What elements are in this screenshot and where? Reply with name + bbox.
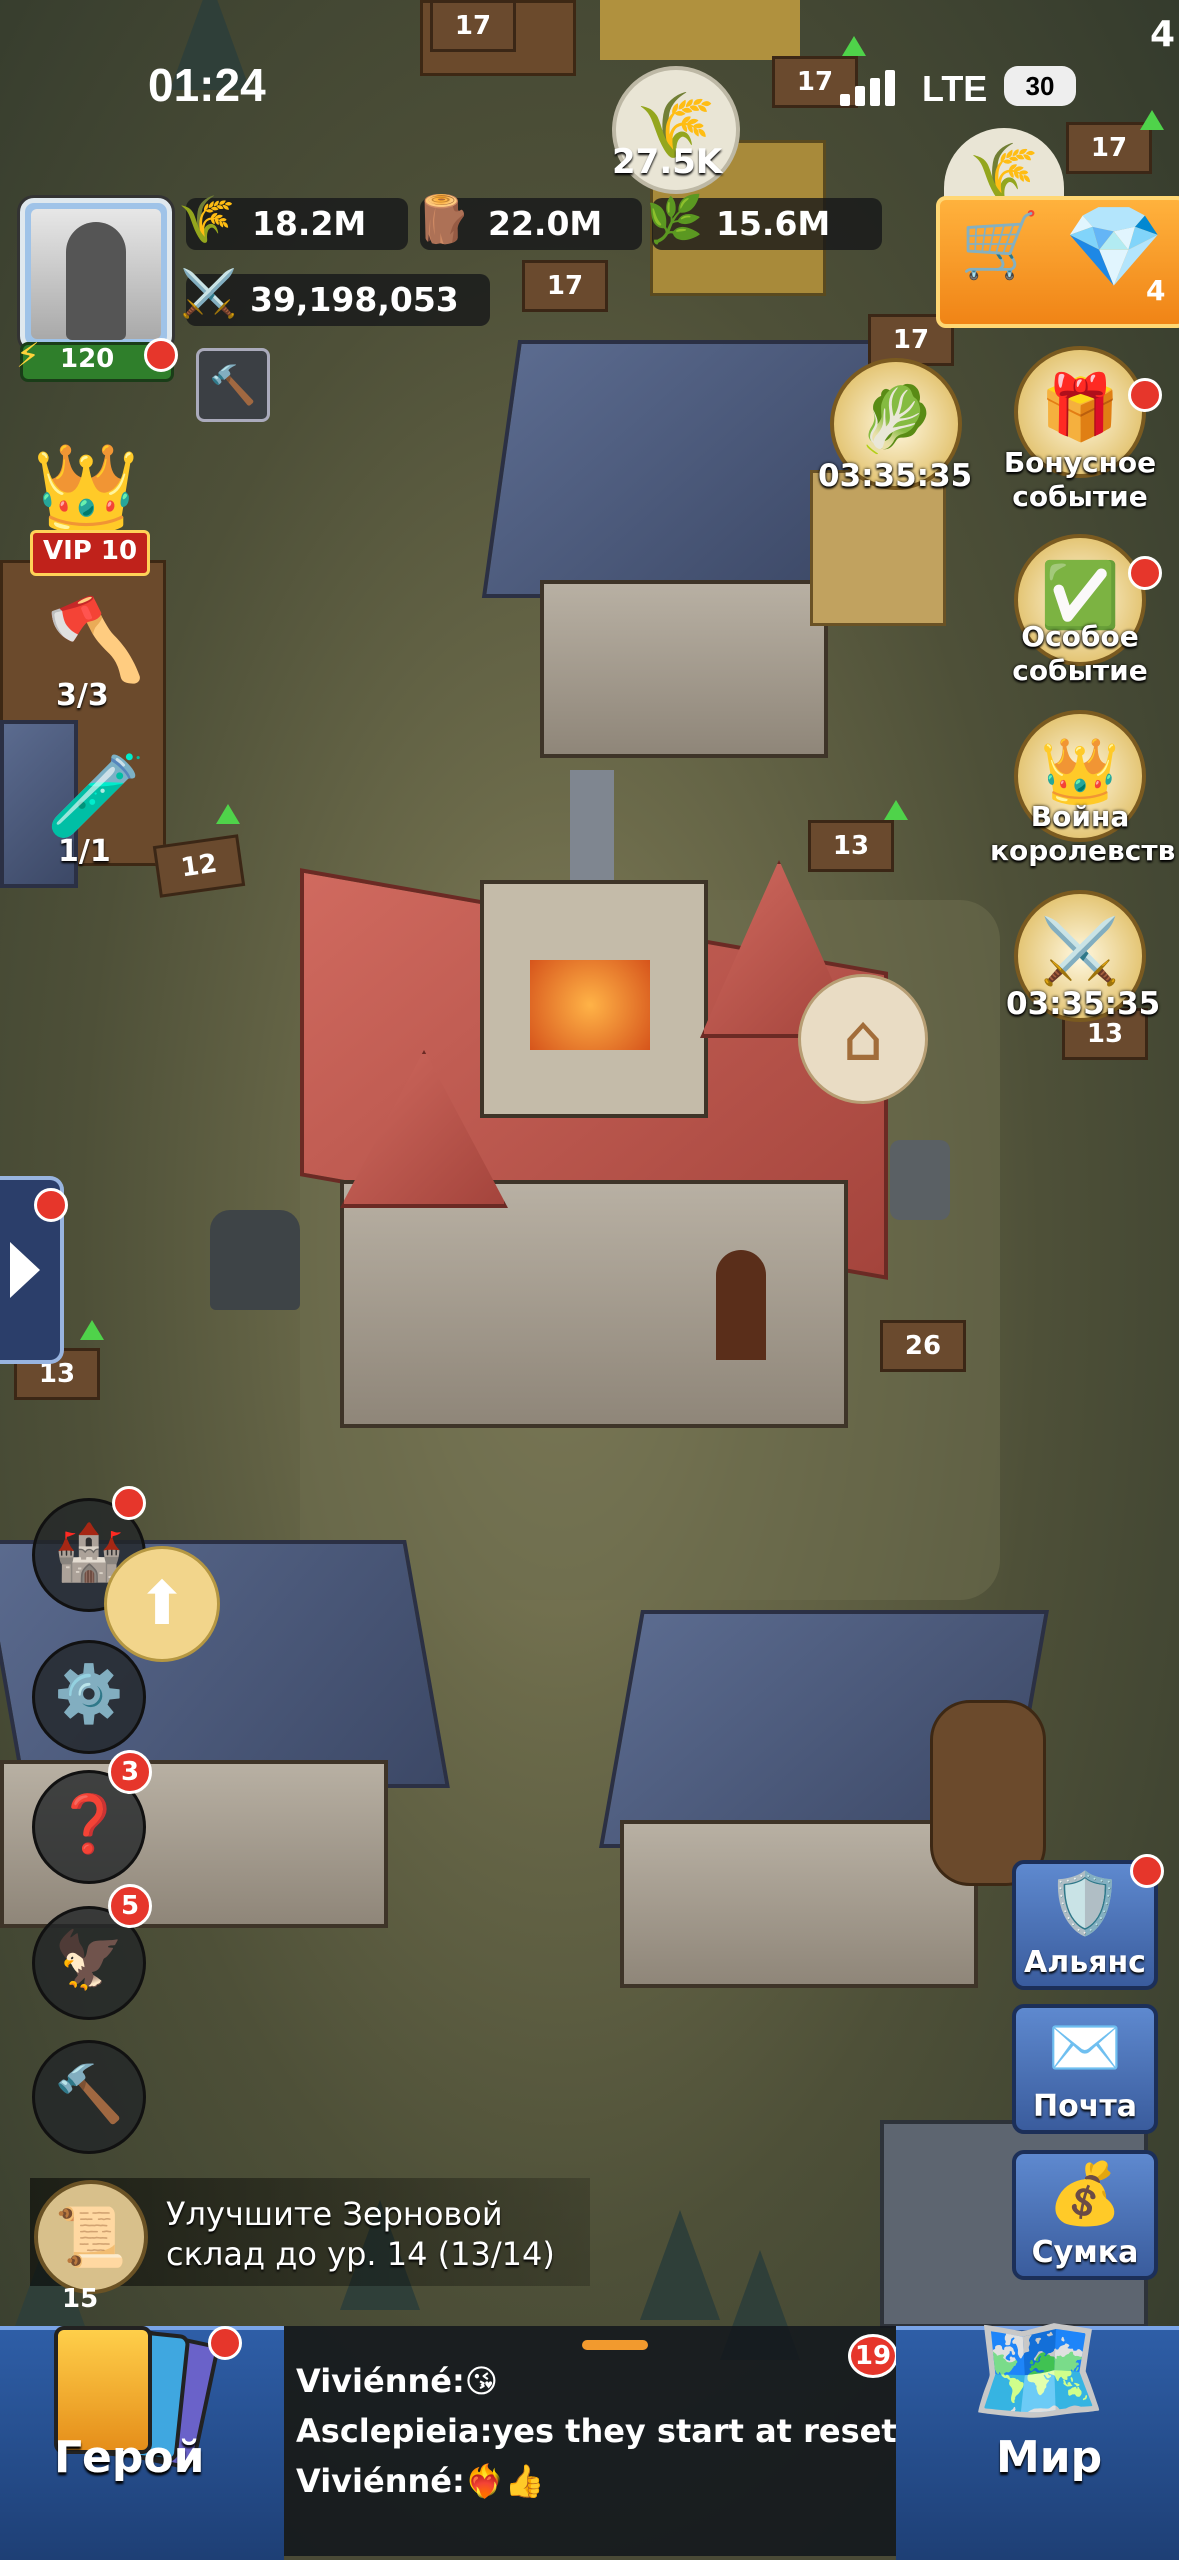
chat-badge: 19	[848, 2334, 898, 2378]
world-map-icon: 🗺️	[970, 2306, 1107, 2434]
wheat-icon: 🌾	[178, 192, 236, 246]
crossed-swords-icon: ⚔️	[180, 266, 238, 320]
clock: 01:24	[148, 59, 266, 111]
bag-icon: 💰	[1047, 2159, 1123, 2229]
bonus-event-label[interactable]: Бонусное событие	[990, 446, 1170, 514]
world-label: Мир	[996, 2432, 1103, 2483]
grain-collect-amount: 27.5K	[612, 142, 723, 182]
kingdom-war-label[interactable]: Война королевств	[990, 800, 1175, 868]
shop-count: 4	[1146, 274, 1166, 307]
hero-label: Герой	[54, 2432, 205, 2483]
notification-dot	[208, 2326, 242, 2360]
notification-dot	[112, 1486, 146, 1520]
notification-dot	[144, 338, 178, 372]
battery-level: 30	[1004, 66, 1076, 106]
chat-text: 😘	[464, 2362, 499, 2400]
chat-user: Viviénné:	[296, 2362, 465, 2400]
church-spire	[570, 770, 614, 880]
combat-power-value: 39,198,053	[250, 280, 459, 319]
church-door	[716, 1250, 766, 1360]
chat-message[interactable]: Viviénné:❤️‍🔥👍	[296, 2462, 544, 2500]
workshop-wall[interactable]	[620, 1820, 978, 1988]
chat-text: yes they start at reset	[492, 2412, 897, 2450]
level-sign: 26	[880, 1320, 966, 1372]
network-type: LTE	[922, 68, 988, 109]
level-sign: 17	[522, 260, 608, 312]
chevron-right-icon	[10, 1242, 40, 1298]
mail-label: Почта	[1033, 2089, 1137, 2124]
notification-dot	[1130, 1854, 1164, 1888]
lightning-icon: ⚡	[16, 336, 40, 376]
chat-text: ❤️‍🔥👍	[464, 2462, 545, 2500]
harvest-timer: 03:35:35	[818, 458, 973, 494]
eagle-badge: 5	[108, 1884, 152, 1928]
builder-hammer-icon[interactable]: 🔨	[196, 348, 270, 422]
chat-user: Viviénné:	[296, 2462, 465, 2500]
battle-timer: 03:35:35	[1006, 986, 1161, 1022]
gravestone	[890, 1140, 950, 1220]
quest-text[interactable]: Улучшите Зерновой склад до ур. 14 (13/14…	[166, 2194, 555, 2274]
home-bubble-icon[interactable]: ⌂	[798, 974, 928, 1104]
scroll-quill-icon[interactable]: 📜	[34, 2180, 148, 2294]
quest-line-2: склад до ур. 14 (13/14)	[166, 2235, 555, 2273]
level-sign: 4	[1150, 14, 1176, 55]
chat-drag-handle[interactable]	[582, 2340, 648, 2350]
builders-count: 3/3	[56, 678, 109, 713]
herb-icon: 🌿	[646, 192, 704, 246]
mail-button[interactable]: ✉️ Почта	[1012, 2004, 1158, 2134]
quest-line-1: Улучшите Зерновой	[166, 2195, 503, 2233]
notification-dot	[1128, 378, 1162, 412]
chat-message[interactable]: Viviénné:😘	[296, 2362, 498, 2400]
grain-amount: 18.2M	[252, 204, 367, 243]
cart-wheel-icon[interactable]: ⚙️	[32, 1640, 146, 1754]
level-sign: 13	[808, 820, 894, 872]
church-wall[interactable]	[340, 1180, 848, 1428]
avatar-person	[66, 222, 126, 340]
church-bell-fire	[530, 960, 650, 1050]
power-value: 120	[60, 344, 115, 374]
wood-amount: 22.0M	[488, 204, 603, 243]
upgrade-building-icon[interactable]: ⬆	[104, 1546, 220, 1662]
notification-dot	[34, 1188, 68, 1222]
alliance-label: Альянс	[1024, 1945, 1146, 1980]
potions-count: 1/1	[58, 834, 111, 869]
level-sign: 17	[430, 0, 516, 52]
wheat-field[interactable]	[600, 0, 800, 60]
signal-icon	[840, 66, 900, 106]
bag-label: Сумка	[1031, 2235, 1139, 2270]
upgrade-arrow-icon	[884, 800, 908, 820]
hammer-icon[interactable]: 🔨	[32, 2040, 146, 2154]
cart-icon: 🛒	[960, 209, 1040, 283]
upgrade-arrow-icon	[216, 804, 240, 824]
gravestone	[210, 1210, 300, 1310]
bag-button[interactable]: 💰 Сумка	[1012, 2150, 1158, 2280]
upgrade-arrow-icon	[842, 36, 866, 56]
vip-level[interactable]: VIP 10	[30, 530, 150, 576]
special-event-label[interactable]: Особое событие	[990, 620, 1170, 688]
tree	[640, 2210, 720, 2320]
house-wall[interactable]	[540, 580, 828, 758]
chat-user: Asclepieia:	[296, 2412, 493, 2450]
notification-dot	[1128, 556, 1162, 590]
log-icon: 🪵	[414, 192, 472, 246]
upgrade-arrow-icon	[80, 1320, 104, 1340]
envelope-icon: ✉️	[1047, 2013, 1123, 2083]
chat-message[interactable]: Asclepieia:yes they start at reset	[296, 2412, 897, 2450]
barrel-silo	[930, 1700, 1046, 1886]
upgrade-arrow-icon	[1140, 110, 1164, 130]
quests-badge: 3	[108, 1750, 152, 1794]
herb-amount: 15.6M	[716, 204, 831, 243]
level-sign: 15	[62, 2284, 99, 2314]
